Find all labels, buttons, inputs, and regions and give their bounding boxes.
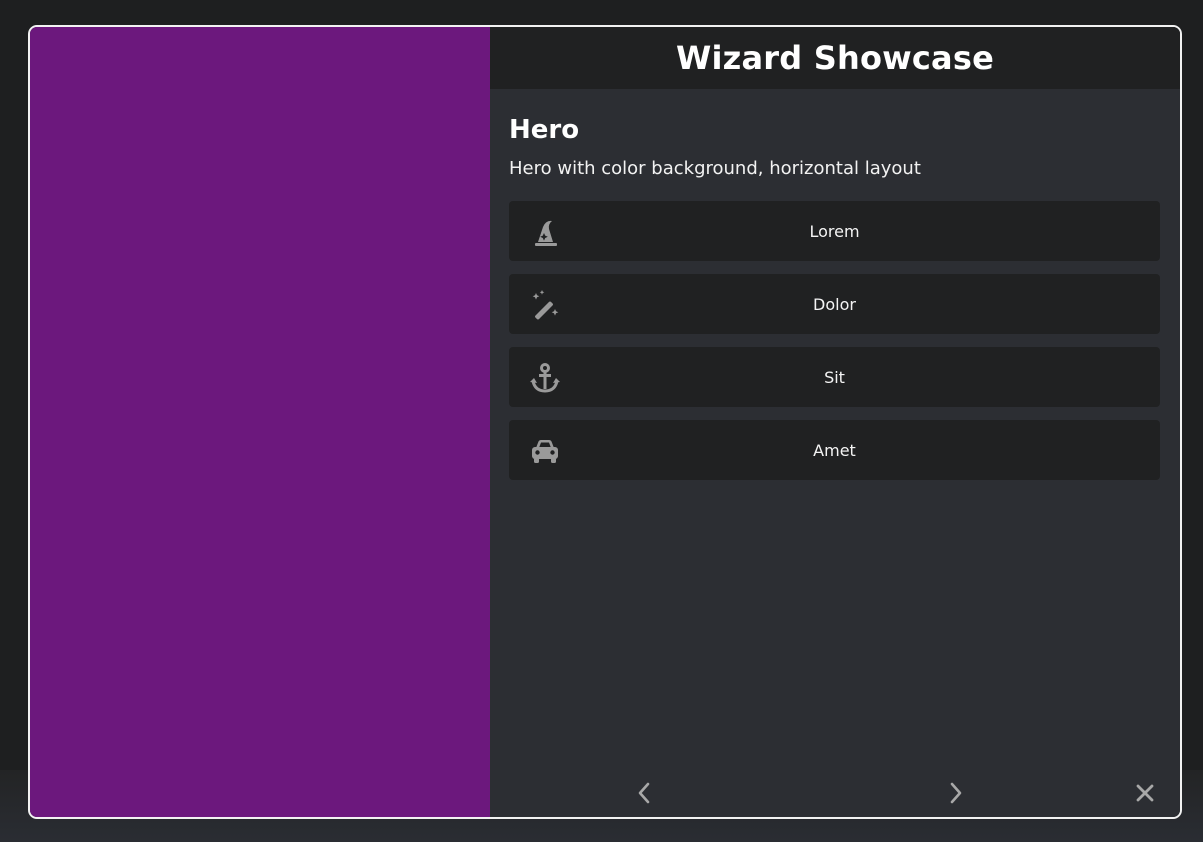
content-panel: Wizard Showcase Hero Hero with color bac…	[490, 27, 1180, 817]
chevron-right-icon	[948, 781, 964, 809]
close-icon	[1135, 783, 1155, 807]
option-label: Dolor	[813, 294, 856, 314]
section-subtitle: Hero with color background, horizontal l…	[509, 158, 921, 179]
option-label: Lorem	[809, 221, 860, 241]
wizard-footer	[490, 777, 1180, 817]
next-button[interactable]	[941, 777, 971, 813]
options-list: Lorem Dolor Sit Amet	[509, 201, 1160, 480]
section-title: Hero	[509, 115, 580, 145]
close-button[interactable]	[1130, 777, 1160, 813]
dialog-title: Wizard Showcase	[676, 39, 994, 77]
wizard-hat-icon	[529, 216, 561, 248]
content-body: Hero Hero with color background, horizon…	[490, 89, 1180, 480]
option-label: Sit	[824, 367, 845, 387]
chevron-left-icon	[636, 781, 652, 809]
option-amet-button[interactable]: Amet	[509, 420, 1160, 480]
car-icon	[529, 435, 561, 467]
anchor-icon	[529, 362, 561, 394]
title-bar: Wizard Showcase	[490, 27, 1180, 89]
option-sit-button[interactable]: Sit	[509, 347, 1160, 407]
option-lorem-button[interactable]: Lorem	[509, 201, 1160, 261]
wizard-dialog: Wizard Showcase Hero Hero with color bac…	[28, 25, 1182, 819]
previous-button[interactable]	[629, 777, 659, 813]
option-label: Amet	[813, 440, 856, 460]
hero-color-panel	[30, 27, 490, 817]
option-dolor-button[interactable]: Dolor	[509, 274, 1160, 334]
magic-wand-icon	[529, 289, 561, 321]
